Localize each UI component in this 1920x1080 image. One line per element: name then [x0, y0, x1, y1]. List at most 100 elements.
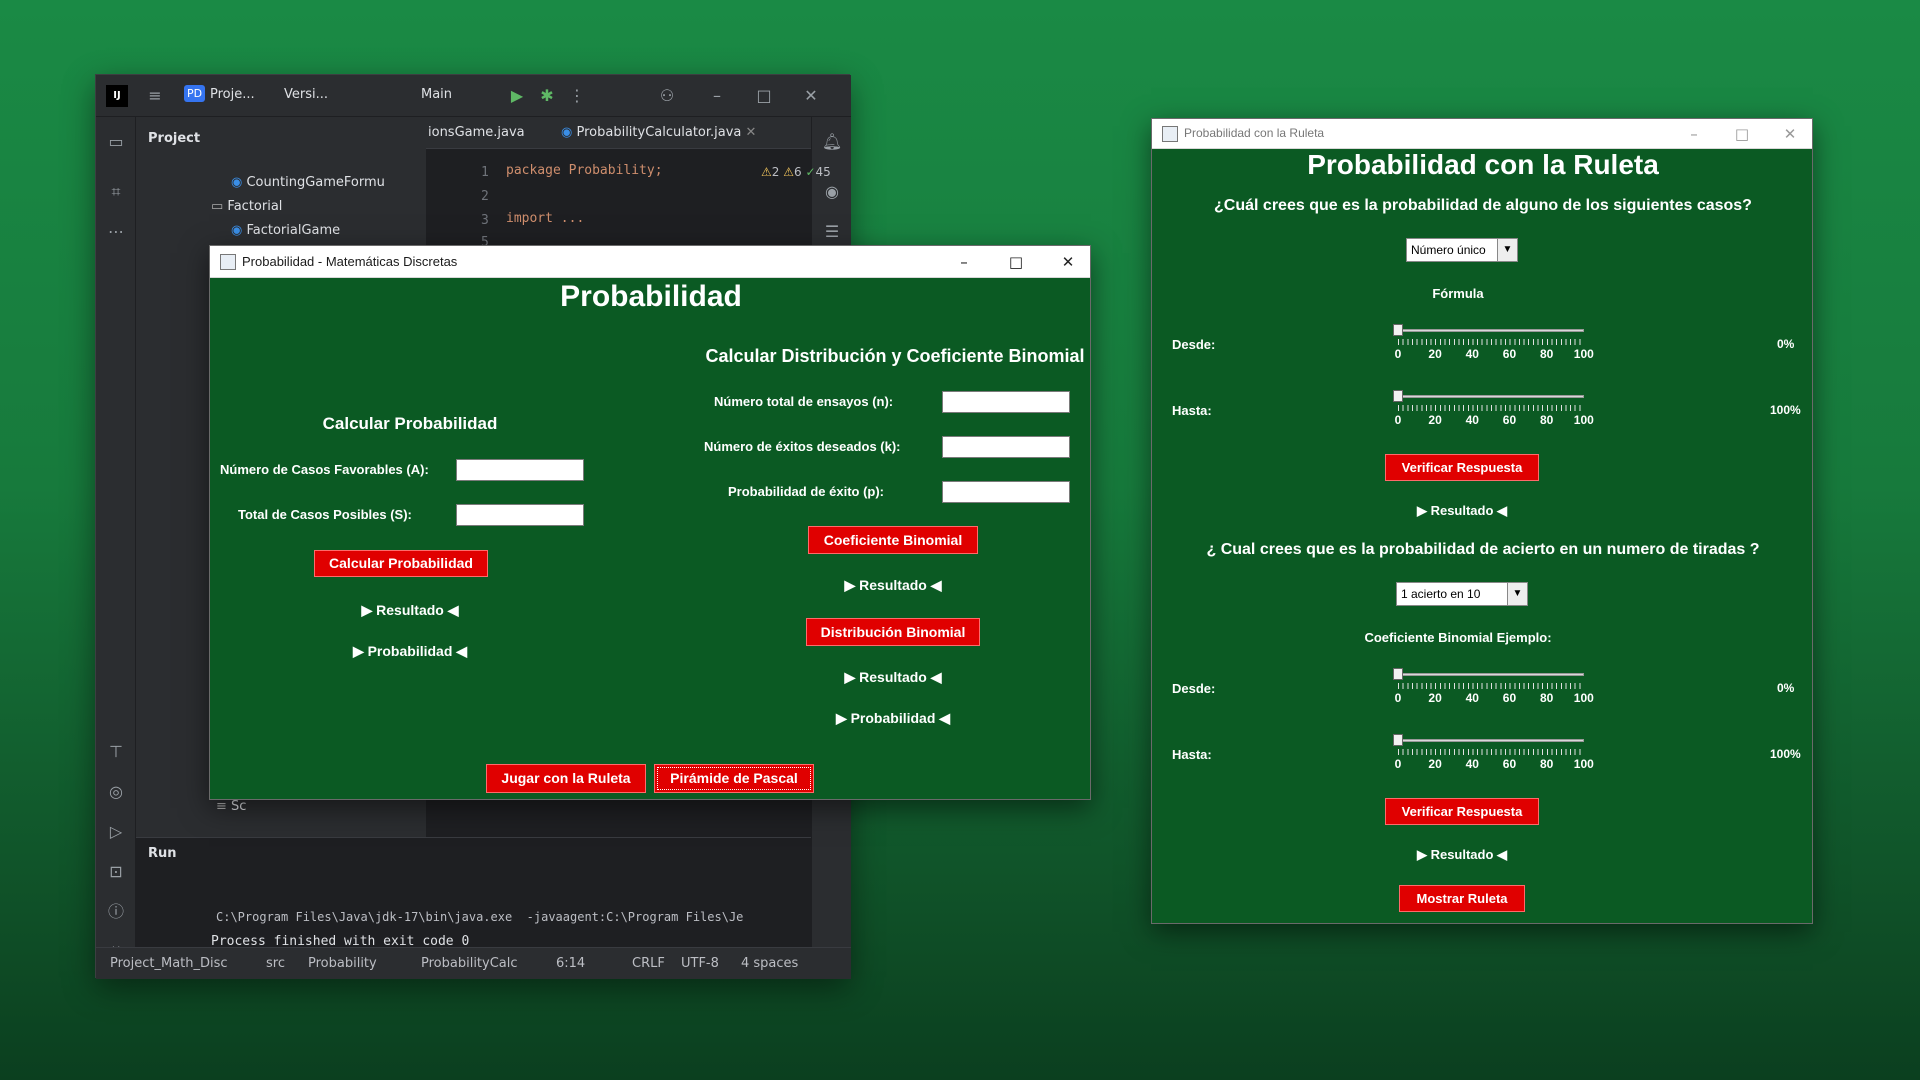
slider-thumb[interactable]: [1393, 390, 1403, 402]
slider-tick-label: 20: [1428, 413, 1442, 427]
project-dropdown[interactable]: Proje...: [210, 87, 255, 102]
services-icon[interactable]: ◎: [105, 781, 127, 803]
terminal-icon[interactable]: ⊡: [105, 861, 127, 883]
favorables-input[interactable]: [456, 459, 584, 481]
page-title: Probabilidad: [560, 280, 742, 313]
minimize-icon[interactable]: –: [706, 85, 728, 107]
slider-thumb[interactable]: [1393, 324, 1403, 336]
hasta-slider[interactable]: 0 20 40 60 80 100: [1393, 390, 1594, 431]
piramide-pascal-button[interactable]: Pirámide de Pascal: [654, 764, 814, 793]
build-icon[interactable]: ⊤: [105, 741, 127, 763]
n-input[interactable]: [942, 391, 1070, 413]
hasta-slider-2[interactable]: 0 20 40 60 80 100: [1393, 734, 1594, 775]
indent-setting[interactable]: 4 spaces: [741, 956, 798, 971]
breadcrumb-src[interactable]: src: [266, 956, 285, 971]
slider-ticks: [1398, 405, 1584, 411]
more-icon[interactable]: ⋮: [566, 85, 588, 107]
slider-track[interactable]: [1398, 739, 1584, 742]
title-bar[interactable]: Probabilidad - Matemáticas Discretas – □…: [210, 246, 1090, 278]
close-icon[interactable]: ✕: [800, 85, 822, 107]
case-select[interactable]: Número único ▼: [1406, 238, 1518, 262]
breadcrumb-class[interactable]: ProbabilityCalc: [421, 956, 518, 971]
distribucion-binomial-button[interactable]: Distribución Binomial: [806, 618, 980, 646]
add-user-icon[interactable]: ⚇: [656, 85, 678, 107]
problems-icon[interactable]: ⓘ: [105, 901, 127, 923]
slider-thumb[interactable]: [1393, 668, 1403, 680]
project-panel-title[interactable]: Project: [148, 131, 200, 146]
tab-counting-game[interactable]: ionsGame.java: [428, 125, 525, 140]
slider-tick-label: 60: [1502, 757, 1517, 771]
notifications-icon[interactable]: 🔔︎: [821, 131, 843, 153]
hamburger-menu-icon[interactable]: ≡: [144, 85, 166, 107]
more-tools-icon[interactable]: ⋯: [105, 221, 127, 243]
slider-tick-label: 60: [1502, 347, 1517, 361]
slider-tick-label: 60: [1502, 691, 1517, 705]
database-icon[interactable]: ☰: [821, 221, 843, 243]
slider-thumb[interactable]: [1393, 734, 1403, 746]
minimize-icon[interactable]: –: [952, 250, 976, 274]
posibles-input[interactable]: [456, 504, 584, 526]
vcs-dropdown[interactable]: Versi...: [284, 87, 328, 102]
breadcrumb-package[interactable]: Probability: [308, 956, 377, 971]
jugar-ruleta-button[interactable]: Jugar con la Ruleta: [486, 764, 646, 793]
close-icon[interactable]: ✕: [1778, 122, 1802, 146]
verificar-respuesta-button[interactable]: Verificar Respuesta: [1385, 454, 1539, 481]
k-label: Número de éxitos deseados (k):: [704, 439, 901, 454]
console-command: C:\Program Files\Java\jdk-17\bin\java.ex…: [216, 910, 744, 924]
code-line[interactable]: import ...: [506, 211, 584, 226]
maximize-icon[interactable]: □: [753, 85, 775, 107]
desde-slider-2[interactable]: 0 20 40 60 80 100: [1393, 668, 1594, 709]
hasta-percent: 100%: [1770, 403, 1801, 417]
p-input[interactable]: [942, 481, 1070, 503]
maximize-icon[interactable]: □: [1730, 122, 1754, 146]
mostrar-ruleta-button[interactable]: Mostrar Ruleta: [1399, 885, 1525, 912]
folder-icon[interactable]: ▭: [105, 131, 127, 153]
run-icon[interactable]: ▶: [506, 85, 528, 107]
slider-track[interactable]: [1398, 395, 1584, 398]
structure-icon[interactable]: ⌗: [105, 181, 127, 203]
tab-probability-calculator[interactable]: ◉ ProbabilityCalculator.java ✕: [561, 125, 756, 140]
ai-assistant-icon[interactable]: ◉: [821, 181, 843, 203]
tree-item[interactable]: ◉ CountingGameFormu: [231, 175, 385, 190]
breadcrumb-project[interactable]: Project_Math_Disc: [110, 956, 228, 971]
slider-ticks: [1398, 749, 1584, 755]
line-separator[interactable]: CRLF: [632, 956, 665, 971]
binomial-section-title: Calcular Distribución y Coeficiente Bino…: [705, 346, 1085, 366]
n-label: Número total de ensayos (n):: [714, 394, 894, 409]
java-app-icon: [1162, 126, 1178, 142]
tree-item[interactable]: ≡ Sc: [216, 799, 246, 814]
slider-tick-label: 80: [1540, 413, 1554, 427]
title-bar[interactable]: Probabilidad con la Ruleta – □ ✕: [1152, 119, 1812, 149]
slider-track[interactable]: [1398, 329, 1584, 332]
calcular-probabilidad-button[interactable]: Calcular Probabilidad: [314, 550, 488, 577]
java-app-icon: [220, 254, 236, 270]
k-input[interactable]: [942, 436, 1070, 458]
resultado-label-2: ▶ Resultado ◀: [1416, 847, 1508, 862]
caret-position[interactable]: 6:14: [556, 956, 585, 971]
probabilidad-label: ▶ Probabilidad ◀: [352, 643, 468, 659]
maximize-icon[interactable]: □: [1004, 250, 1028, 274]
minimize-icon[interactable]: –: [1682, 122, 1706, 146]
run-tool-icon[interactable]: ▷: [105, 821, 127, 843]
coeficiente-binomial-button[interactable]: Coeficiente Binomial: [808, 526, 978, 554]
tree-item[interactable]: ▭ Factorial: [211, 199, 282, 214]
file-encoding[interactable]: UTF-8: [681, 956, 719, 971]
line-number: 1: [481, 165, 489, 180]
run-config-dropdown[interactable]: Main: [421, 87, 452, 102]
verificar-respuesta-button-2[interactable]: Verificar Respuesta: [1385, 798, 1539, 825]
slider-tick-label: 40: [1465, 691, 1479, 705]
close-tab-icon[interactable]: ✕: [746, 125, 757, 140]
class-icon: ◉: [231, 223, 247, 238]
slider-track[interactable]: [1398, 673, 1584, 676]
close-icon[interactable]: ✕: [1056, 250, 1080, 274]
ide-toolbar: IJ ≡ PD Proje... Versi... Main ▶ ✱ ⋮ ⚇ –…: [96, 75, 851, 117]
desde-slider[interactable]: 0 20 40 60 80 100: [1393, 324, 1594, 365]
debug-icon[interactable]: ✱: [536, 85, 558, 107]
editor-tabs: ionsGame.java ◉ ProbabilityCalculator.ja…: [426, 117, 811, 149]
run-panel-title[interactable]: Run: [148, 846, 177, 861]
tree-item[interactable]: ◉ FactorialGame: [231, 223, 340, 238]
inspection-widget[interactable]: ⚠2 ⚠6 ✓45: [761, 165, 831, 179]
tiradas-select[interactable]: 1 acierto en 10 ▼: [1396, 582, 1528, 606]
slider-tick-label: 80: [1540, 691, 1554, 705]
code-line[interactable]: package Probability;: [506, 163, 663, 178]
